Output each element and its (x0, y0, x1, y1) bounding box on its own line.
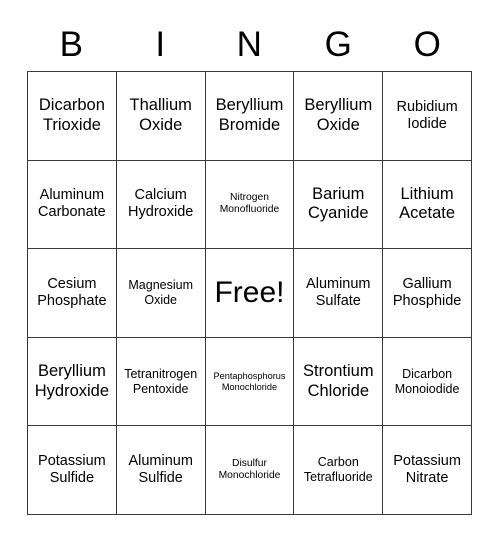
bingo-cell[interactable]: Dicarbon Trioxide (28, 72, 117, 161)
header-letter-g: G (324, 24, 353, 64)
bingo-card: B I N G O Dicarbon Trioxide Thallium Oxid… (0, 0, 500, 544)
bingo-cell-label: Pentaphosphorus Monochloride (213, 370, 286, 392)
bingo-cell[interactable]: Aluminum Carbonate (28, 160, 117, 250)
bingo-cell[interactable]: Beryllium Oxide (294, 72, 384, 161)
bingo-cell[interactable]: Carbon Tetrafluoride (294, 426, 384, 515)
bingo-cell[interactable]: Magnesium Oxide (116, 249, 206, 338)
bingo-header: B I N G O (27, 18, 472, 70)
bingo-cell-label: Beryllium Bromide (215, 96, 284, 134)
bingo-cell-label: Calcium Hydroxide (128, 187, 194, 221)
bingo-cell-label: Beryllium Oxide (304, 96, 373, 134)
bingo-cell[interactable]: Gallium Phosphide (383, 249, 472, 338)
header-letter-i: I (155, 24, 166, 64)
bingo-cell[interactable]: Strontium Chloride (294, 337, 384, 427)
bingo-cell-label: Aluminum Sulfate (306, 275, 371, 309)
bingo-cell[interactable]: Aluminum Sulfide (116, 426, 206, 515)
bingo-cell-label: Rubidium Iodide (396, 98, 458, 132)
bingo-cell-label: Disulfur Monochloride (218, 458, 281, 482)
bingo-cell-label: Aluminum Carbonate (38, 187, 106, 221)
bingo-cell[interactable]: Pentaphosphorus Monochloride (205, 337, 295, 427)
bingo-cell[interactable]: Thallium Oxide (116, 72, 206, 161)
bingo-cell[interactable]: Aluminum Sulfate (294, 249, 384, 338)
bingo-cell[interactable]: Lithium Acetate (383, 160, 472, 250)
bingo-cell-label: Potassium Nitrate (393, 453, 461, 487)
bingo-cell[interactable]: Dicarbon Monoiodide (383, 337, 472, 427)
bingo-cell[interactable]: Calcium Hydroxide (116, 160, 206, 250)
bingo-cell-label: Lithium Acetate (399, 184, 456, 223)
bingo-cell[interactable]: Rubidium Iodide (383, 72, 472, 161)
bingo-cell[interactable]: Nitrogen Monofluoride (205, 160, 295, 250)
bingo-cell[interactable]: Disulfur Monochloride (205, 426, 295, 515)
bingo-cell-label: Aluminum Sulfide (128, 453, 193, 487)
header-letter-b: B (59, 24, 84, 64)
bingo-cell-label: Strontium Chloride (302, 362, 374, 400)
bingo-cell-label: Free! (214, 276, 285, 310)
header-letter-o: O (413, 24, 442, 64)
bingo-cell[interactable]: Cesium Phosphate (28, 249, 117, 338)
bingo-cell-label: Magnesium Oxide (128, 278, 193, 307)
bingo-cell[interactable]: Barium Cyanide (294, 160, 384, 250)
bingo-cell-label: Potassium Sulfide (38, 453, 106, 487)
bingo-cell[interactable]: Beryllium Hydroxide (28, 337, 117, 427)
bingo-cell-label: Gallium Phosphide (392, 275, 462, 309)
bingo-cell[interactable]: Beryllium Bromide (205, 72, 295, 161)
bingo-cell-label: Nitrogen Monofluoride (219, 192, 280, 216)
bingo-cell-label: Thallium Oxide (129, 96, 192, 134)
bingo-cell[interactable]: Potassium Sulfide (28, 426, 117, 515)
bingo-cell-label: Cesium Phosphate (37, 275, 107, 309)
bingo-cell-label: Barium Cyanide (308, 184, 369, 223)
bingo-cell-label: Dicarbon Trioxide (38, 96, 105, 134)
bingo-cell-free[interactable]: Free! (205, 249, 295, 338)
bingo-cell[interactable]: Potassium Nitrate (383, 426, 472, 515)
bingo-cell-label: Tetranitrogen Pentoxide (124, 366, 198, 396)
bingo-cell-label: Dicarbon Monoiodide (394, 366, 460, 396)
bingo-cell[interactable]: Tetranitrogen Pentoxide (116, 337, 206, 427)
bingo-cell-label: Carbon Tetrafluoride (303, 455, 373, 485)
header-letter-n: N (236, 24, 263, 64)
bingo-grid: Dicarbon Trioxide Thallium Oxide Beryllium… (27, 71, 472, 515)
bingo-cell-label: Beryllium Hydroxide (34, 362, 110, 400)
